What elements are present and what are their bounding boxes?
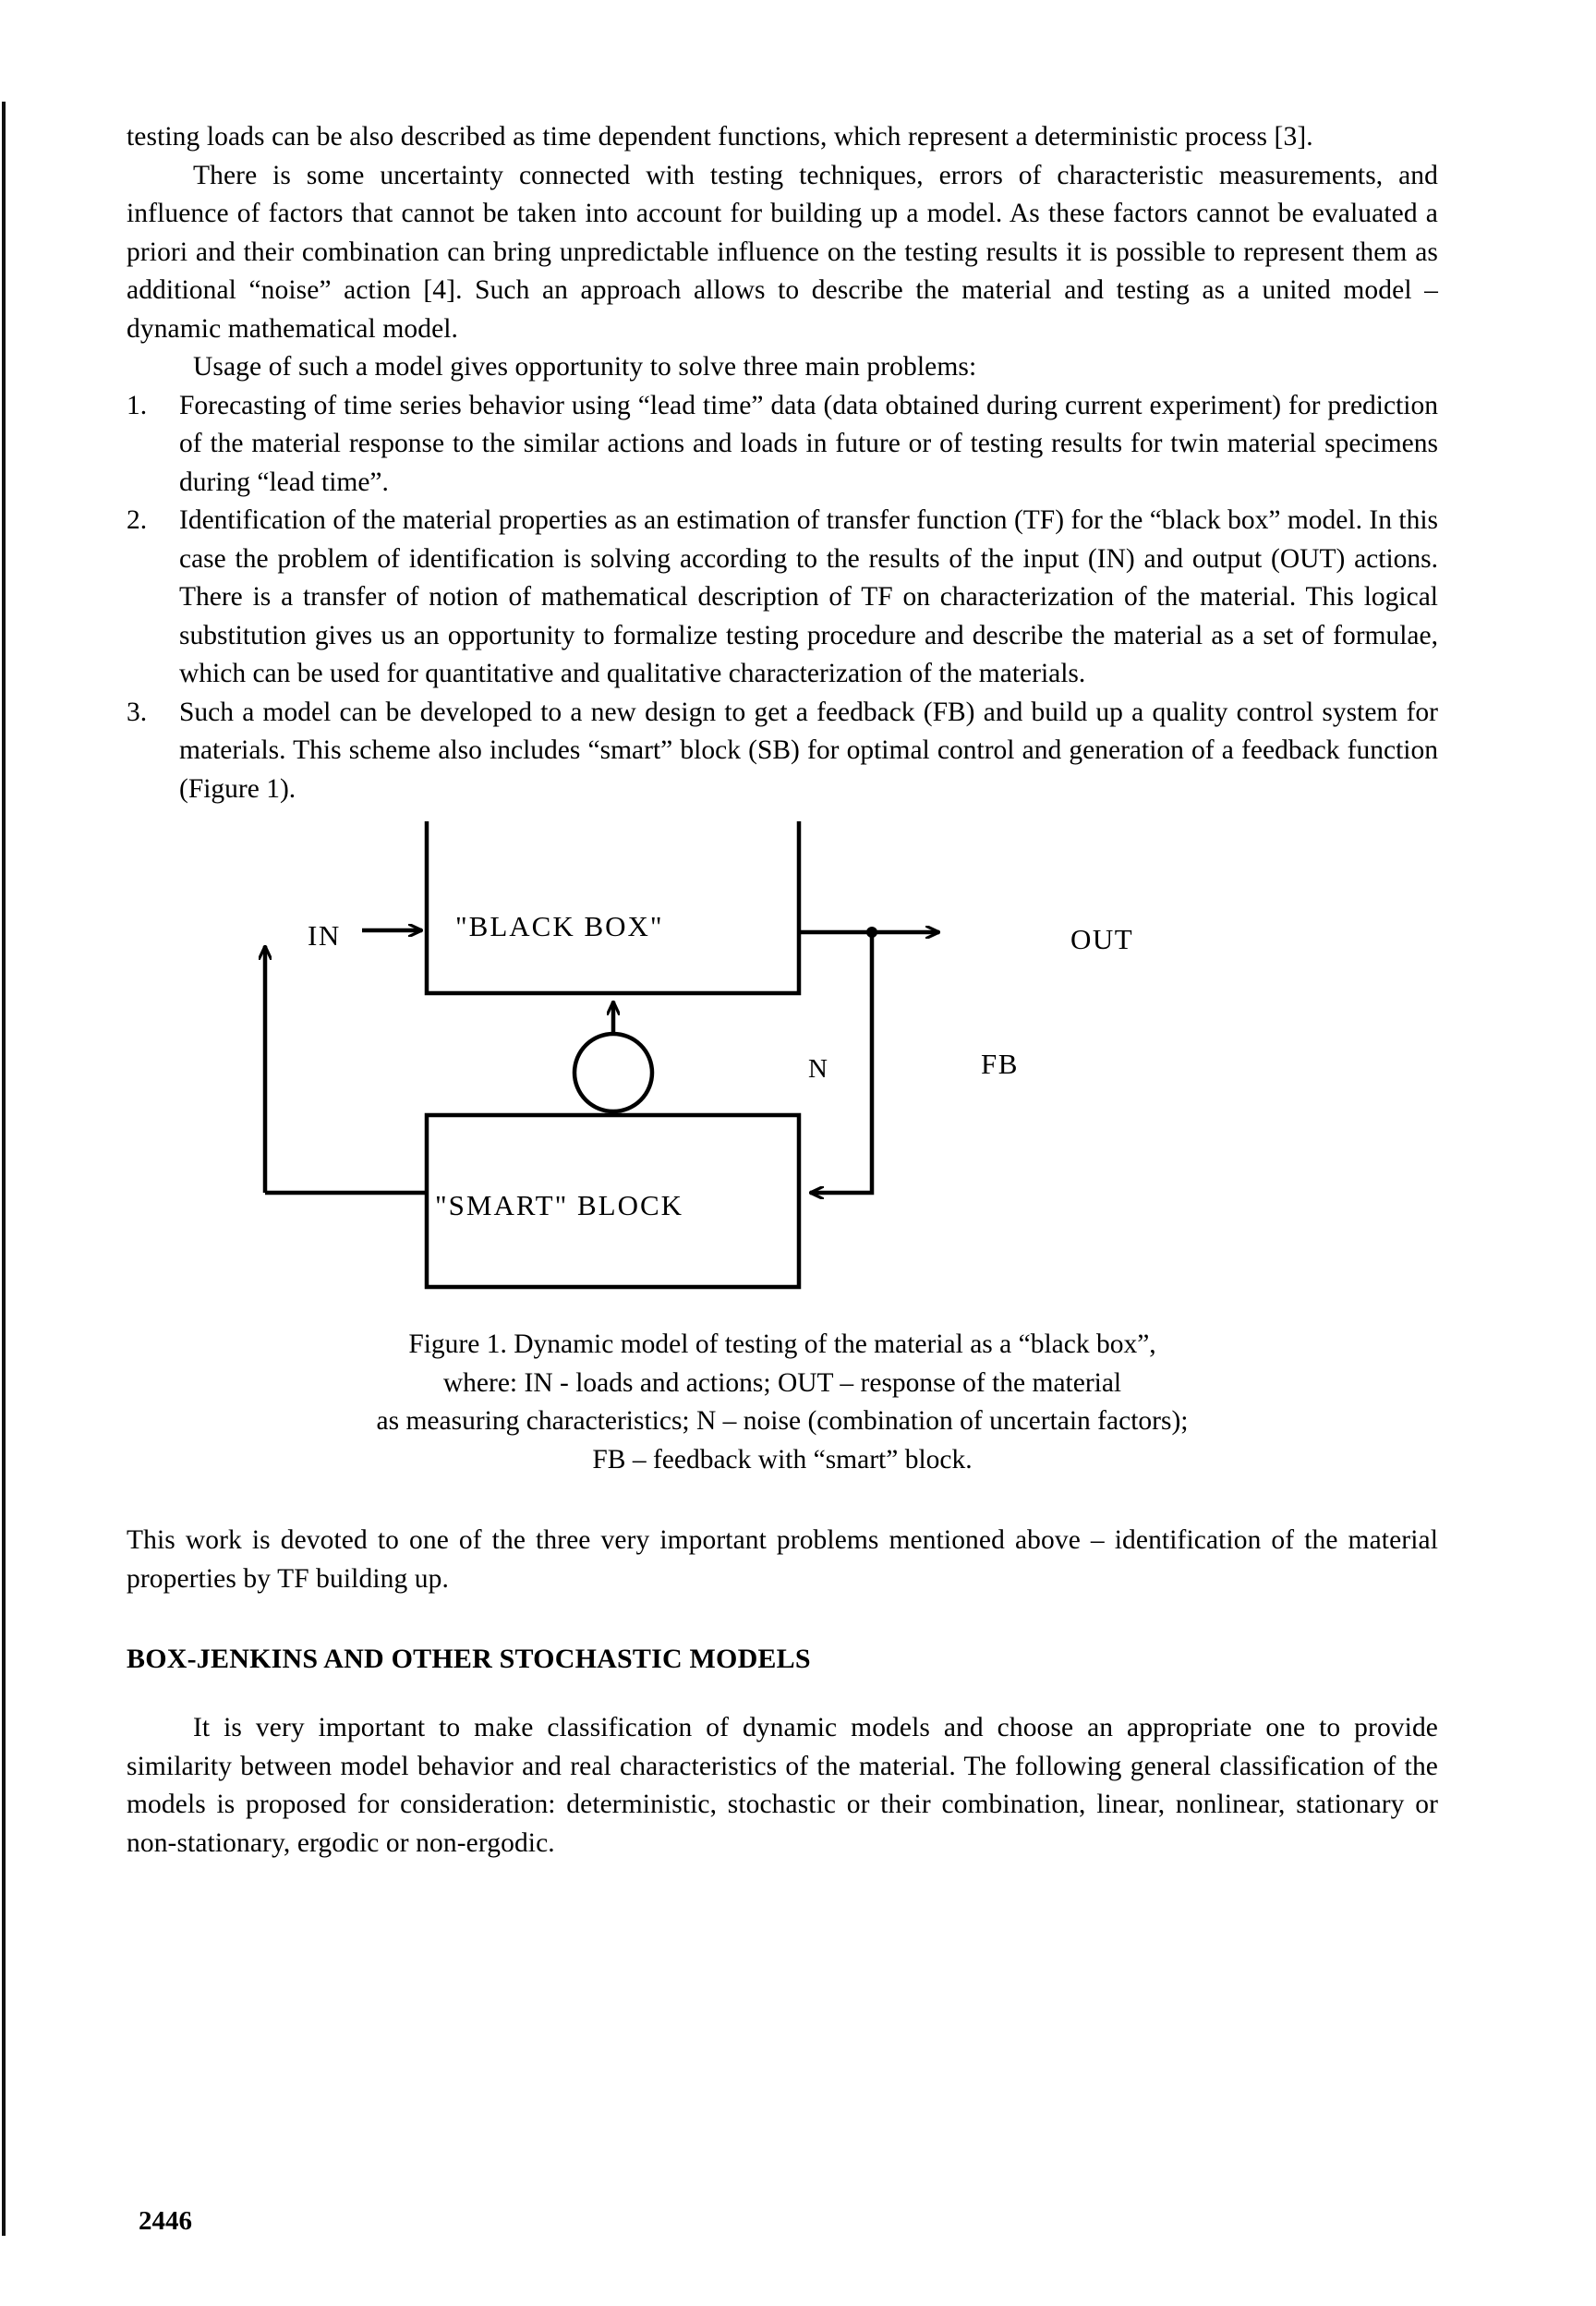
- paragraph-classification: It is very important to make classificat…: [127, 1713, 1438, 1858]
- list-item-text: Identification of the material propertie…: [179, 505, 1438, 688]
- figure-1: IN OUT FB "BLACK BOX" "SMART" BLOCK N: [127, 821, 1438, 1320]
- list-item-text: Such a model can be developed to a new d…: [179, 697, 1438, 804]
- paragraph-intro: testing loads can be also described as t…: [127, 122, 1313, 152]
- noise-circle: [572, 1031, 655, 1114]
- caption-line: Figure 1. Dynamic model of testing of th…: [408, 1329, 1156, 1359]
- caption-line: as measuring characteristics; N – noise …: [376, 1406, 1189, 1436]
- list-item-number: 3.: [127, 697, 148, 727]
- list-item-text: Forecasting of time series behavior usin…: [179, 390, 1438, 497]
- list-item-number: 1.: [127, 390, 148, 420]
- scan-edge-artifact: [2, 102, 6, 2236]
- black-box-rect: [424, 821, 802, 996]
- list-item-number: 2.: [127, 505, 148, 535]
- figure-diagram: [127, 821, 1438, 1290]
- paragraph-uncertainty: There is some uncertainty connected with…: [127, 160, 1438, 344]
- list-item: 1. Forecasting of time series behavior u…: [127, 387, 1438, 503]
- figure-label-noise: N: [808, 1054, 828, 1084]
- document-page: testing loads can be also described as t…: [127, 0, 1438, 2306]
- list-item: 2. Identification of the material proper…: [127, 502, 1438, 694]
- figure-label-in: IN: [308, 919, 341, 952]
- figure-label-black-box: "BLACK BOX": [455, 910, 664, 942]
- list-item: 3. Such a model can be developed to a ne…: [127, 694, 1438, 809]
- paragraph-after-figure: This work is devoted to one of the three…: [127, 1525, 1438, 1594]
- section-heading: BOX-JENKINS AND OTHER STOCHASTIC MODELS: [127, 1644, 811, 1674]
- figure-label-smart-block: "SMART" BLOCK: [435, 1189, 684, 1221]
- figure-caption: Figure 1. Dynamic model of testing of th…: [127, 1326, 1438, 1479]
- figure-label-fb: FB: [981, 1048, 1019, 1080]
- caption-line: FB – feedback with “smart” block.: [592, 1444, 973, 1475]
- page-number: 2446: [139, 2206, 192, 2236]
- problems-list: 1. Forecasting of time series behavior u…: [127, 387, 1438, 809]
- paragraph-usage: Usage of such a model gives opportunity …: [193, 352, 977, 382]
- caption-line: where: IN - loads and actions; OUT – res…: [442, 1367, 1122, 1398]
- figure-label-out: OUT: [1070, 923, 1134, 955]
